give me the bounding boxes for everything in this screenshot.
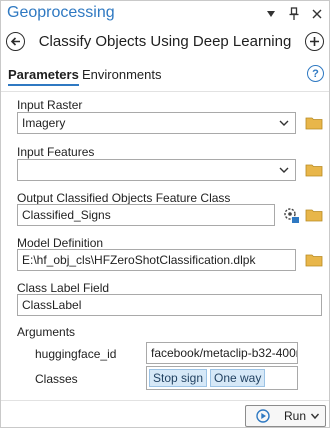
huggingface-id-input[interactable]: facebook/metaclip-b32-400m — [146, 342, 298, 364]
gear-folder-icon[interactable] — [282, 206, 300, 224]
input-features-label: Input Features — [17, 145, 95, 159]
run-button[interactable]: Run — [245, 405, 326, 427]
close-icon[interactable] — [311, 7, 323, 21]
folder-icon[interactable] — [305, 252, 323, 268]
tab-parameters[interactable]: Parameters — [8, 67, 79, 86]
divider — [1, 91, 329, 92]
add-button[interactable] — [305, 32, 324, 51]
output-fc-input[interactable]: Classified_Signs — [17, 204, 275, 226]
chevron-down-icon — [279, 120, 289, 126]
title-bar-controls — [265, 7, 323, 21]
geoprocessing-pane: Geoprocessing Classify Objects Using Dee… — [0, 0, 330, 428]
classes-input[interactable]: Stop sign One way — [146, 366, 298, 390]
input-raster-combo[interactable]: Imagery — [17, 112, 296, 134]
class-label-field-label: Class Label Field — [17, 281, 110, 295]
pin-icon[interactable] — [288, 7, 300, 21]
model-definition-input[interactable]: E:\hf_obj_cls\HFZeroShotClassification.d… — [17, 249, 296, 271]
chevron-down-icon[interactable] — [310, 410, 320, 422]
pane-title: Geoprocessing — [7, 4, 115, 21]
huggingface-id-label: huggingface_id — [35, 347, 117, 361]
tool-title: Classify Objects Using Deep Learning — [38, 33, 292, 50]
model-definition-label: Model Definition — [17, 236, 104, 250]
help-icon[interactable]: ? — [307, 65, 324, 82]
class-chip-one-way[interactable]: One way — [210, 369, 266, 387]
input-raster-label: Input Raster — [17, 98, 83, 112]
folder-icon[interactable] — [305, 162, 323, 178]
footer-divider — [1, 400, 329, 401]
output-fc-label: Output Classified Objects Feature Class — [17, 191, 231, 205]
class-label-field-input[interactable]: ClassLabel — [17, 294, 322, 316]
chevron-down-icon — [279, 167, 289, 173]
class-chip-stop-sign[interactable]: Stop sign — [149, 369, 208, 387]
tab-strip: Parameters Environments ? — [1, 63, 329, 87]
title-bar: Geoprocessing — [1, 1, 329, 29]
run-label: Run — [284, 409, 307, 423]
input-features-combo[interactable] — [17, 159, 296, 181]
run-icon — [256, 409, 270, 423]
add-icon — [310, 37, 319, 46]
arguments-label: Arguments — [17, 325, 76, 339]
tab-environments[interactable]: Environments — [82, 67, 161, 82]
input-raster-value: Imagery — [22, 116, 66, 130]
folder-icon[interactable] — [305, 115, 323, 131]
classes-label: Classes — [35, 372, 78, 386]
menu-dropdown-icon[interactable] — [265, 7, 277, 21]
folder-icon[interactable] — [305, 207, 323, 223]
tool-header: Classify Objects Using Deep Learning — [1, 29, 329, 55]
